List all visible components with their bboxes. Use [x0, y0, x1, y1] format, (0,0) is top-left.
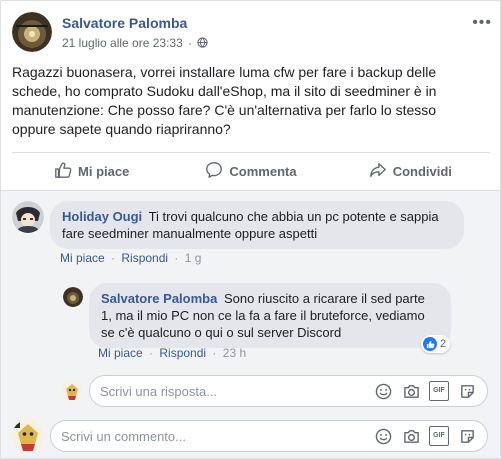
author-avatar[interactable]	[12, 12, 52, 52]
gif-icon[interactable]: GIF	[429, 381, 449, 401]
gif-label: GIF	[429, 426, 449, 446]
comment-input[interactable]	[61, 421, 311, 451]
post-header: Salvatore Palomba 21 luglio alle ore 23:…	[12, 12, 492, 54]
comment-input-icons: GIF	[373, 421, 477, 451]
thumbs-up-icon	[54, 161, 78, 182]
reaction-count-badge[interactable]: 2	[421, 335, 451, 353]
sticker-icon[interactable]	[457, 426, 477, 446]
current-user-avatar	[12, 420, 44, 452]
speech-bubble-icon	[205, 161, 229, 182]
comment-author[interactable]: Holiday Ougi	[62, 209, 142, 224]
share-button-label: Condividi	[392, 163, 452, 179]
comment-bubble: Holiday Ougi Ti trovi qualcuno che abbia…	[50, 201, 464, 249]
post-author-name[interactable]: Salvatore Palomba	[62, 15, 187, 31]
comment-button-label: Commenta	[229, 163, 297, 179]
post-body-text: Ragazzi buonasera, vorrei installare lum…	[12, 64, 437, 137]
comment-button[interactable]: Commenta	[171, 153, 330, 189]
reply-bubble: Salvatore Palomba Sono riuscito a ricara…	[89, 283, 451, 348]
reply-author-avatar[interactable]	[63, 287, 83, 307]
reply-meta: Mi piace · Rispondi · 23 h	[98, 346, 246, 360]
reply-like-link[interactable]: Mi piace	[98, 346, 143, 360]
globe-icon	[197, 36, 209, 50]
post-card: Salvatore Palomba 21 luglio alle ore 23:…	[0, 0, 501, 459]
like-button-label: Mi piace	[78, 163, 130, 179]
sticker-icon[interactable]	[457, 381, 477, 401]
camera-icon[interactable]	[401, 426, 421, 446]
current-user-avatar	[62, 381, 82, 401]
separator-dot: ·	[174, 251, 179, 265]
post-date[interactable]: 21 luglio alle ore 23:33	[62, 36, 183, 50]
like-button[interactable]: Mi piace	[12, 153, 171, 189]
comment-like-link[interactable]: Mi piace	[60, 251, 105, 265]
separator-dot: ·	[212, 346, 217, 360]
separator-dot: ·	[188, 36, 193, 50]
more-options-button[interactable]: •••	[472, 14, 492, 32]
comment-timestamp[interactable]: 1 g	[185, 251, 202, 265]
camera-icon[interactable]	[401, 381, 421, 401]
emoji-icon[interactable]	[373, 381, 393, 401]
reaction-count: 2	[440, 338, 447, 350]
comment-meta: Mi piace · Rispondi · 1 g	[60, 251, 201, 265]
reply-input-box[interactable]: GIF	[89, 375, 488, 407]
like-reaction-icon	[423, 337, 437, 351]
separator-dot: ·	[149, 346, 154, 360]
post-timestamp[interactable]: 21 luglio alle ore 23:33 ·	[62, 36, 209, 50]
reply-input-icons: GIF	[373, 376, 477, 406]
more-horizontal-icon: •••	[472, 14, 492, 31]
share-arrow-icon	[369, 161, 393, 182]
gif-icon[interactable]: GIF	[429, 426, 449, 446]
reply-reply-link[interactable]: Rispondi	[159, 346, 206, 360]
gif-label: GIF	[429, 381, 449, 401]
reply-author[interactable]: Salvatore Palomba	[101, 291, 217, 306]
reply-input[interactable]	[100, 376, 350, 406]
comment-reply-link[interactable]: Rispondi	[121, 251, 168, 265]
commenter-avatar[interactable]	[12, 201, 44, 233]
emoji-icon[interactable]	[373, 426, 393, 446]
share-button[interactable]: Condividi	[331, 153, 490, 189]
reply-timestamp[interactable]: 23 h	[223, 346, 246, 360]
comments-section: Holiday Ougi Ti trovi qualcuno che abbia…	[1, 190, 500, 458]
separator-dot: ·	[111, 251, 116, 265]
comment-input-box[interactable]: GIF	[50, 420, 488, 452]
post-actions-bar: Mi piace Commenta Condividi	[12, 153, 490, 189]
